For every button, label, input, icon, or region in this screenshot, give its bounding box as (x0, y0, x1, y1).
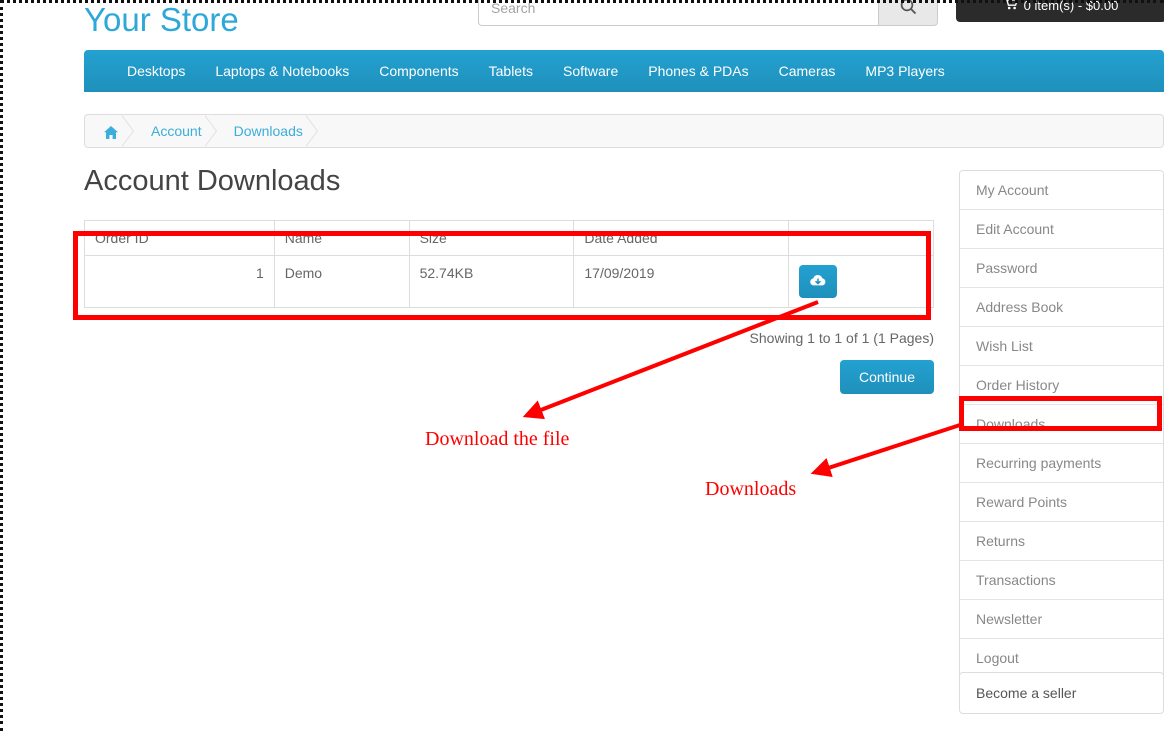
main-content: Account Downloads Order ID Name Size Dat… (84, 165, 934, 394)
column-header-action (788, 220, 934, 256)
nav-item-tablets[interactable]: Tablets (474, 50, 548, 92)
nav-item-cameras[interactable]: Cameras (764, 50, 851, 92)
form-actions: Continue (84, 360, 934, 394)
search-input[interactable] (478, 0, 878, 26)
breadcrumb-downloads[interactable]: Downloads (216, 115, 319, 147)
main-navigation: Desktops Laptops & Notebooks Components … (84, 50, 1164, 92)
sidebar-item-my-account[interactable]: My Account (960, 171, 1163, 210)
sidebar-item-reward-points[interactable]: Reward Points (960, 483, 1163, 522)
annotation-label-download-the-file: Download the file (425, 428, 570, 450)
search-button[interactable] (878, 0, 938, 26)
breadcrumb-account[interactable]: Account (133, 115, 217, 147)
cell-order-id: 1 (84, 255, 275, 308)
sidebar-item-wish-list[interactable]: Wish List (960, 327, 1163, 366)
column-header-order-id: Order ID (84, 220, 275, 256)
nav-item-laptops[interactable]: Laptops & Notebooks (200, 50, 364, 92)
cell-size: 52.74KB (408, 255, 575, 308)
column-header-name: Name (273, 220, 410, 256)
nav-item-mp3players[interactable]: MP3 Players (850, 50, 959, 92)
account-sidebar: My Account Edit Account Password Address… (959, 170, 1164, 678)
sidebar-item-address-book[interactable]: Address Book (960, 288, 1163, 327)
continue-button[interactable]: Continue (839, 360, 934, 394)
become-a-seller-link[interactable]: Become a seller (960, 673, 1163, 713)
cart-button[interactable]: 0 item(s) - $0.00 (956, 0, 1164, 22)
cell-date-added: 17/09/2019 (573, 255, 790, 308)
nav-item-components[interactable]: Components (364, 50, 473, 92)
annotation-arrow-sidebar-downloads (810, 423, 961, 478)
capture-border-left (0, 0, 3, 731)
column-header-size: Size (408, 220, 575, 256)
nav-item-desktops[interactable]: Desktops (112, 50, 200, 92)
capture-border-top (0, 0, 1164, 3)
sidebar-item-password[interactable]: Password (960, 249, 1163, 288)
annotation-label-downloads: Downloads (705, 478, 797, 500)
column-header-date-added: Date Added (573, 220, 790, 256)
nav-item-phones[interactable]: Phones & PDAs (633, 50, 763, 92)
sidebar-item-transactions[interactable]: Transactions (960, 561, 1163, 600)
store-logo[interactable]: Your Store (84, 1, 239, 39)
sidebar-item-returns[interactable]: Returns (960, 522, 1163, 561)
sidebar-item-edit-account[interactable]: Edit Account (960, 210, 1163, 249)
breadcrumb-home[interactable] (85, 115, 134, 147)
table-row: 1 Demo 52.74KB 17/09/2019 (84, 255, 934, 308)
cell-action (788, 255, 934, 308)
become-a-seller-box: Become a seller (959, 672, 1164, 714)
breadcrumb: Account Downloads (84, 114, 1164, 148)
cell-name: Demo (273, 255, 410, 308)
cloud-download-icon (809, 273, 827, 291)
pagination-summary: Showing 1 to 1 of 1 (1 Pages) (749, 330, 934, 346)
sidebar-item-order-history[interactable]: Order History (960, 366, 1163, 405)
downloads-table: Order ID Name Size Date Added 1 Demo 52.… (84, 220, 934, 308)
sidebar-item-newsletter[interactable]: Newsletter (960, 600, 1163, 639)
page-title: Account Downloads (84, 165, 341, 197)
nav-item-software[interactable]: Software (548, 50, 633, 92)
sidebar-item-downloads[interactable]: Downloads (960, 405, 1163, 444)
site-header: Your Store 0 item(s) - $0.00 (0, 0, 1164, 50)
home-icon (103, 123, 119, 139)
table-header-row: Order ID Name Size Date Added (84, 220, 934, 256)
download-button[interactable] (799, 265, 838, 298)
search-bar (478, 0, 938, 26)
sidebar-item-recurring-payments[interactable]: Recurring payments (960, 444, 1163, 483)
